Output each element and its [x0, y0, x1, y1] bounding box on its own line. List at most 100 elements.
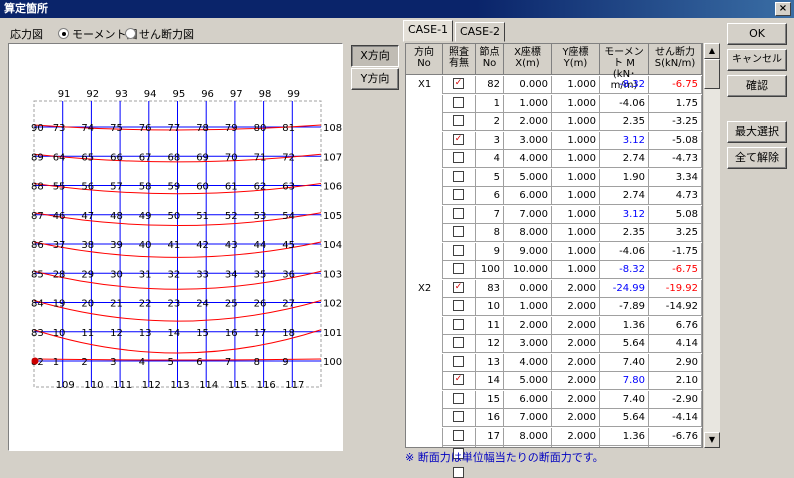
- node-cell: 5: [476, 168, 504, 187]
- check-checkbox[interactable]: [453, 170, 464, 182]
- tab-case-2[interactable]: CASE-2: [455, 22, 505, 42]
- node-label: 18: [282, 328, 295, 339]
- diagram-type-label: 応力図: [10, 28, 43, 41]
- shear-diagram-radio[interactable]: [125, 28, 136, 39]
- scroll-up-button[interactable]: ▲: [704, 43, 720, 59]
- check-checkbox[interactable]: [453, 411, 464, 422]
- table-row[interactable]: X1 82 0.000 1.000 -8.32 -6.75: [406, 76, 702, 94]
- x-coord-cell: 7.000: [504, 205, 552, 224]
- moment-diagram-radio[interactable]: [58, 28, 69, 39]
- check-checkbox[interactable]: [453, 429, 464, 441]
- check-checkbox[interactable]: [453, 318, 464, 330]
- check-checkbox[interactable]: ✓: [453, 281, 464, 293]
- direction-cell: [406, 298, 443, 316]
- table-row[interactable]: 17 8.000 2.000 1.36 -6.76: [406, 427, 702, 446]
- node-cell: 11: [476, 316, 504, 335]
- node-cell: 7: [476, 205, 504, 224]
- close-button[interactable]: ×: [775, 2, 791, 16]
- stress-diagram[interactable]: 91 92 93 94 95 96 97 98 99109 110 111 112 113 114 115 1…: [9, 44, 342, 450]
- check-checkbox[interactable]: [453, 189, 464, 200]
- table-row[interactable]: 189.0002.000-7.89-14.92: [406, 446, 702, 447]
- table-row[interactable]: 1 1.000 1.000 -4.06 1.75: [406, 94, 702, 113]
- node-cell: 14: [476, 372, 504, 390]
- shear-cell: 3.34: [649, 168, 702, 187]
- table-row[interactable]: 13 4.000 2.000 7.40 2.90: [406, 353, 702, 372]
- checkmark-icon: ✓: [454, 281, 463, 292]
- check-checkbox[interactable]: [453, 392, 464, 404]
- check-checkbox[interactable]: [453, 96, 464, 108]
- node-cell: 100: [476, 261, 504, 279]
- ok-button[interactable]: OK: [727, 23, 787, 45]
- node-label-left: 84: [31, 299, 44, 310]
- table-row[interactable]: 10 1.000 2.000 -7.89 -14.92: [406, 298, 702, 316]
- check-checkbox[interactable]: [453, 466, 464, 478]
- node-cell: 4: [476, 150, 504, 168]
- arrow-down-icon: ▼: [708, 435, 716, 444]
- column-header: せん断力 S(kN/m): [649, 44, 702, 75]
- table-row[interactable]: 6 6.000 1.000 2.74 4.73: [406, 187, 702, 205]
- y-coord-cell: 1.000: [552, 168, 600, 187]
- y-direction-button[interactable]: Y方向: [351, 68, 399, 90]
- check-checkbox[interactable]: [453, 115, 464, 126]
- cancel-button[interactable]: キャンセル: [727, 49, 787, 71]
- check-checkbox[interactable]: [453, 152, 464, 163]
- node-label-top: 99: [287, 89, 300, 100]
- node-label-right: 105: [323, 211, 342, 222]
- select-max-button[interactable]: 最大選択: [727, 121, 787, 143]
- check-checkbox[interactable]: ✓: [453, 374, 464, 385]
- direction-cell: [406, 316, 443, 335]
- table-row[interactable]: 3 3.000 1.000 3.12 -5.08: [406, 131, 702, 150]
- table-row[interactable]: 7 7.000 1.000 3.12 5.08: [406, 205, 702, 224]
- table-row[interactable]: 11 2.000 2.000 1.36 6.76: [406, 316, 702, 335]
- table-row[interactable]: 15 6.000 2.000 7.40 -2.90: [406, 390, 702, 409]
- node-label: 17: [254, 328, 267, 339]
- scroll-down-button[interactable]: ▼: [704, 432, 720, 448]
- node-label: 77: [168, 123, 181, 134]
- table-row[interactable]: 14 5.000 2.000 7.80 2.10: [406, 372, 702, 390]
- x-coord-cell: 1.000: [504, 298, 552, 316]
- table-row[interactable]: 8 8.000 1.000 2.35 3.25: [406, 224, 702, 242]
- table-row[interactable]: 5 5.000 1.000 1.90 3.34: [406, 168, 702, 187]
- check-checkbox[interactable]: [453, 337, 464, 348]
- clear-all-button[interactable]: 全て解除: [727, 147, 787, 169]
- check-checkbox[interactable]: [453, 355, 464, 367]
- check-checkbox[interactable]: [453, 263, 464, 274]
- check-checkbox[interactable]: [453, 300, 464, 311]
- node-cell: 6: [476, 187, 504, 205]
- confirm-button[interactable]: 確認: [727, 75, 787, 97]
- direction-cell: [406, 390, 443, 409]
- check-checkbox[interactable]: ✓: [453, 78, 464, 89]
- scroll-thumb[interactable]: [704, 59, 720, 89]
- direction-cell: [406, 353, 443, 372]
- direction-cell: [406, 335, 443, 353]
- table-scrollbar[interactable]: ▲ ▼: [704, 43, 720, 448]
- table-row[interactable]: 12 3.000 2.000 5.64 4.14: [406, 335, 702, 353]
- direction-cell: [406, 427, 443, 446]
- node-label: 43: [225, 240, 238, 251]
- table-row[interactable]: 4 4.000 1.000 2.74 -4.73: [406, 150, 702, 168]
- check-checkbox[interactable]: [453, 244, 464, 256]
- node-label: 41: [168, 240, 181, 251]
- table-row[interactable]: 100 10.000 1.000 -8.32 -6.75: [406, 261, 702, 279]
- node-label-left: 85: [31, 269, 44, 280]
- stress-diagram-panel[interactable]: 91 92 93 94 95 96 97 98 99 109 110 111 112 113 114 115 1…: [8, 43, 343, 451]
- table-row[interactable]: 16 7.000 2.000 5.64 -4.14: [406, 409, 702, 427]
- node-label: 60: [196, 182, 209, 193]
- shear-diagram-label[interactable]: せん断力図: [139, 26, 194, 42]
- column-header: Y座標 Y(m): [552, 44, 600, 75]
- tab-case-1[interactable]: CASE-1: [403, 20, 453, 42]
- check-checkbox[interactable]: ✓: [453, 133, 464, 145]
- table-row[interactable]: 9 9.000 1.000 -4.06 -1.75: [406, 242, 702, 261]
- node-label: 38: [81, 240, 94, 251]
- table-row[interactable]: 2 2.000 1.000 2.35 -3.25: [406, 113, 702, 131]
- node-cell: 16: [476, 409, 504, 427]
- node-label: 29: [81, 269, 94, 280]
- x-direction-button[interactable]: X方向: [351, 45, 399, 67]
- column-header-line: 節点: [479, 47, 500, 58]
- check-checkbox[interactable]: [453, 207, 464, 219]
- shear-cell: -1.75: [649, 242, 702, 261]
- node-label: 48: [110, 211, 123, 222]
- table-row[interactable]: X2 83 0.000 2.000 -24.99 -19.92: [406, 279, 702, 298]
- direction-cell: [406, 94, 443, 113]
- check-checkbox[interactable]: [453, 226, 464, 237]
